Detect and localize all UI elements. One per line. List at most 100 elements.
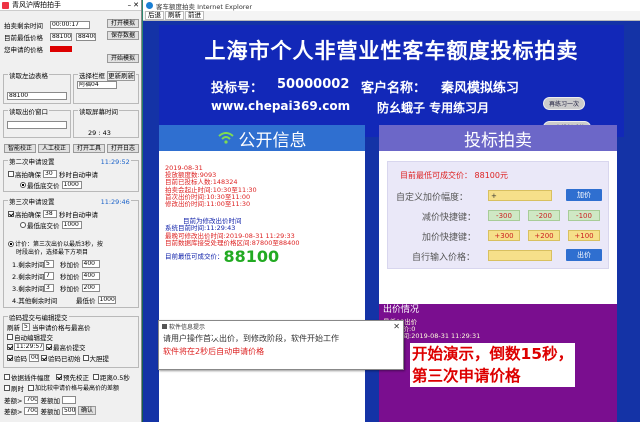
second-min-row: 最低底交价 1000	[20, 180, 82, 190]
manual-calib-button[interactable]: 人工校正	[38, 144, 70, 153]
third-high-checkbox[interactable]	[8, 210, 14, 217]
reduce-300-button[interactable]: -300	[488, 210, 520, 221]
open-log-button[interactable]: 打开日志	[107, 144, 139, 153]
read-left-field[interactable]: 88100	[7, 92, 67, 100]
dialog-title: 软件信息提示	[169, 323, 206, 331]
second-min-field[interactable]: 1000	[61, 180, 82, 189]
minimize-icon[interactable]: –	[128, 1, 132, 9]
diff2-field[interactable]: 700	[24, 406, 39, 415]
half-sec-checkbox[interactable]	[93, 373, 99, 380]
time-checkbox[interactable]	[7, 343, 13, 350]
demo-caption: 开始演示，倒数15秒， 第三次申请价格	[410, 343, 576, 387]
add-300-button[interactable]: +300	[488, 230, 520, 241]
third-r1-row: 1.剩余时间 5 秒加价 400	[12, 259, 100, 269]
r3-add-field[interactable]: 200	[81, 283, 100, 292]
r4-label: 4.其他剩余时间	[12, 296, 58, 305]
bid-status-line1: 最低00出价	[383, 319, 613, 326]
confirm-button[interactable]: 确认	[77, 406, 96, 415]
r4-min-field[interactable]: 1000	[97, 295, 116, 304]
public-info-header: 公开信息	[159, 125, 365, 151]
captcha-checkbox[interactable]	[7, 354, 13, 361]
refresh-time-checkbox[interactable]	[4, 384, 10, 391]
cur-price-field[interactable]: 88100	[50, 32, 72, 41]
practice-again-button[interactable]: 再练习一次	[543, 97, 586, 110]
third-min-radio[interactable]	[20, 221, 26, 228]
captcha-row4: 验码 00 验码已初始 大胆提	[7, 353, 110, 363]
diff2-add-field[interactable]: 500	[61, 406, 76, 415]
refresh-field[interactable]: 5	[22, 322, 30, 331]
r3-field[interactable]: 3	[44, 283, 54, 292]
open-browser-button[interactable]: 打开模拟	[107, 19, 139, 28]
dialog-countdown: 软件将在2秒后自动申请价格	[163, 347, 265, 356]
third-min-row: 最低底交价 1000	[20, 220, 82, 230]
plugin-checkbox[interactable]	[4, 373, 10, 380]
r2-add-field[interactable]: 400	[81, 271, 100, 280]
custom-range-input[interactable]: +	[488, 190, 552, 201]
bold-label: 大胆提	[89, 354, 110, 363]
captcha-field[interactable]: 00	[29, 353, 39, 362]
select-tab-title: 选择栏框 更新刷新	[78, 70, 137, 81]
my-price-label: 您申请的价格	[4, 45, 43, 54]
dialog-close-icon[interactable]: ✕	[393, 322, 400, 331]
lowest-price-value: 88100	[223, 247, 280, 267]
third-min-label: 最低底交价	[27, 221, 60, 230]
captcha-label: 验码	[14, 354, 27, 363]
precalib-checkbox[interactable]	[56, 373, 62, 380]
second-apply-group: 第二次申请设置 11:29:52 高拍确保 30 秒时自动申请 最低底交价 10…	[3, 156, 139, 192]
auto-edit-checkbox[interactable]	[7, 333, 13, 340]
captcha-row1: 刷新 5 当申请价格与最高价	[7, 322, 91, 332]
info-modify-bid: 修改出价时间:11:00至11:30	[165, 200, 251, 209]
diff-row2: 差额> 700 差额加 500 确认	[4, 406, 96, 416]
close-icon[interactable]: ✕	[133, 1, 139, 9]
add-price-button[interactable]: 加价	[566, 189, 602, 201]
open-sys-button[interactable]: 打开工具	[73, 144, 105, 153]
second-min-radio[interactable]	[20, 181, 26, 188]
reduce-label: 减价快捷键：	[422, 213, 477, 223]
third-min-field[interactable]: 1000	[61, 220, 82, 229]
save-data-button[interactable]: 保存数据	[107, 31, 139, 40]
third-high-field[interactable]: 38	[43, 209, 57, 218]
second-high-field[interactable]: 30	[43, 169, 57, 178]
second-high-checkbox[interactable]	[8, 170, 14, 177]
read-price-field[interactable]	[7, 121, 67, 129]
bid-no-value: 50000002	[277, 77, 350, 92]
read-left-title: 读取左边表格	[8, 70, 49, 80]
back-button[interactable]: 后退	[145, 11, 164, 20]
bold-checkbox[interactable]	[82, 354, 89, 361]
helper-titlebar: 青风沪牌拍拍手 – ✕	[0, 0, 141, 11]
reduce-200-button[interactable]: -200	[528, 210, 560, 221]
next-price-field[interactable]: 88400	[76, 32, 96, 41]
assist-calib-button[interactable]: 智能校正	[4, 144, 36, 153]
read-price-group: 读取出价窗口	[3, 106, 71, 138]
diff1-add-field[interactable]	[61, 395, 76, 404]
third-option-label2: 时段出价，选择最下方项目	[16, 249, 89, 256]
compare-checkbox[interactable]	[28, 384, 34, 391]
start-sim-button[interactable]: 开始模拟	[107, 54, 139, 63]
row-cur-price: 目前最低价格 88100 88400	[4, 32, 96, 42]
r1-add-field[interactable]: 400	[81, 259, 100, 268]
bid-status-header: 出价情况	[379, 304, 617, 317]
time-left-field[interactable]: 00:00:17	[50, 20, 90, 29]
bid-button[interactable]: 出价	[566, 249, 602, 261]
forward-button[interactable]: 前进	[185, 11, 204, 20]
captcha-ready-checkbox[interactable]	[41, 354, 47, 361]
r1-field[interactable]: 5	[44, 259, 54, 268]
add-200-button[interactable]: +200	[528, 230, 560, 241]
second-high-row: 高拍确保 30 秒时自动申请	[8, 169, 98, 179]
refresh-button[interactable]: 刷新	[165, 11, 184, 20]
tab-select[interactable]: 阿福04	[77, 81, 117, 89]
my-price-indicator	[50, 45, 72, 52]
captcha-row2: 自动编辑提交	[7, 332, 53, 342]
diff1-field[interactable]: 700	[24, 395, 39, 404]
bidding-box: 目前最低可成交价： 88100元 自定义加价幅度： + 加价 减价快捷键： -3…	[387, 161, 609, 269]
r2-field[interactable]: 7	[44, 271, 54, 280]
r2-label: 2.剩余时间	[12, 272, 45, 281]
time-field[interactable]: 11:29:57	[14, 342, 44, 351]
window-buttons: – ✕	[128, 1, 139, 9]
screen-time-value: 29 : 43	[88, 129, 111, 137]
add-100-button[interactable]: +100	[568, 230, 600, 241]
top-price-checkbox[interactable]	[46, 343, 52, 350]
custom-price-input[interactable]	[488, 250, 552, 261]
reduce-100-button[interactable]: -100	[568, 210, 600, 221]
third-option-radio[interactable]	[8, 240, 14, 247]
